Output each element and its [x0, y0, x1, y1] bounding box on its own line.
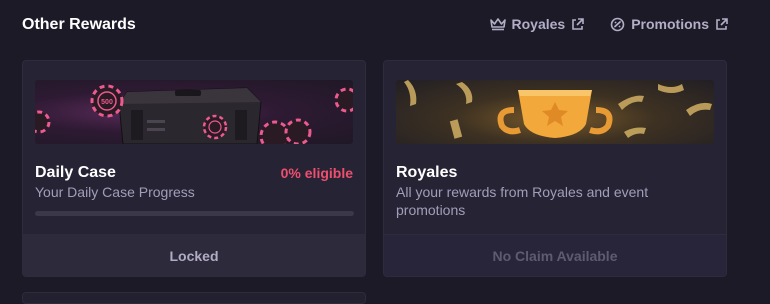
- chip-icon: 500: [90, 84, 124, 118]
- card-title: Daily Case: [35, 164, 116, 181]
- royales-link-label: Royales: [511, 16, 566, 32]
- crown-icon: [489, 17, 506, 31]
- section-title: Other Rewards: [22, 16, 136, 33]
- card-subtitle: Your Daily Case Progress: [35, 184, 195, 200]
- locked-button[interactable]: Locked: [23, 234, 365, 276]
- daily-case-progress-bar: [35, 211, 354, 216]
- promotions-link-label: Promotions: [631, 16, 709, 32]
- royales-card: Royales All your rewards from Royales an…: [383, 60, 727, 277]
- trophy-icon: [497, 90, 613, 138]
- next-card-edge: [22, 292, 366, 304]
- promotions-link[interactable]: Promotions: [610, 16, 728, 32]
- daily-case-banner: 500: [35, 80, 353, 144]
- chip-icon: [202, 114, 228, 140]
- daily-case-card: 500 Daily Case 0% eligible Your Daily Ca…: [22, 60, 366, 277]
- card-subtitle: All your rewards from Royales and event …: [396, 184, 649, 218]
- chip-icon: [259, 118, 312, 144]
- svg-text:500: 500: [101, 99, 113, 106]
- case-box-image: [118, 87, 262, 144]
- no-claim-button[interactable]: No Claim Available: [384, 234, 726, 276]
- external-link-icon: [715, 17, 728, 31]
- external-link-icon: [571, 17, 585, 31]
- card-title: Royales: [396, 164, 458, 181]
- promotion-coin-icon: [610, 17, 625, 32]
- chip-icon: [35, 110, 51, 134]
- royales-link[interactable]: Royales: [489, 16, 585, 32]
- header-links: Royales Promotions: [489, 16, 728, 32]
- royales-banner: [396, 80, 714, 144]
- eligibility-status: 0% eligible: [280, 165, 353, 181]
- chip-icon: [334, 87, 353, 113]
